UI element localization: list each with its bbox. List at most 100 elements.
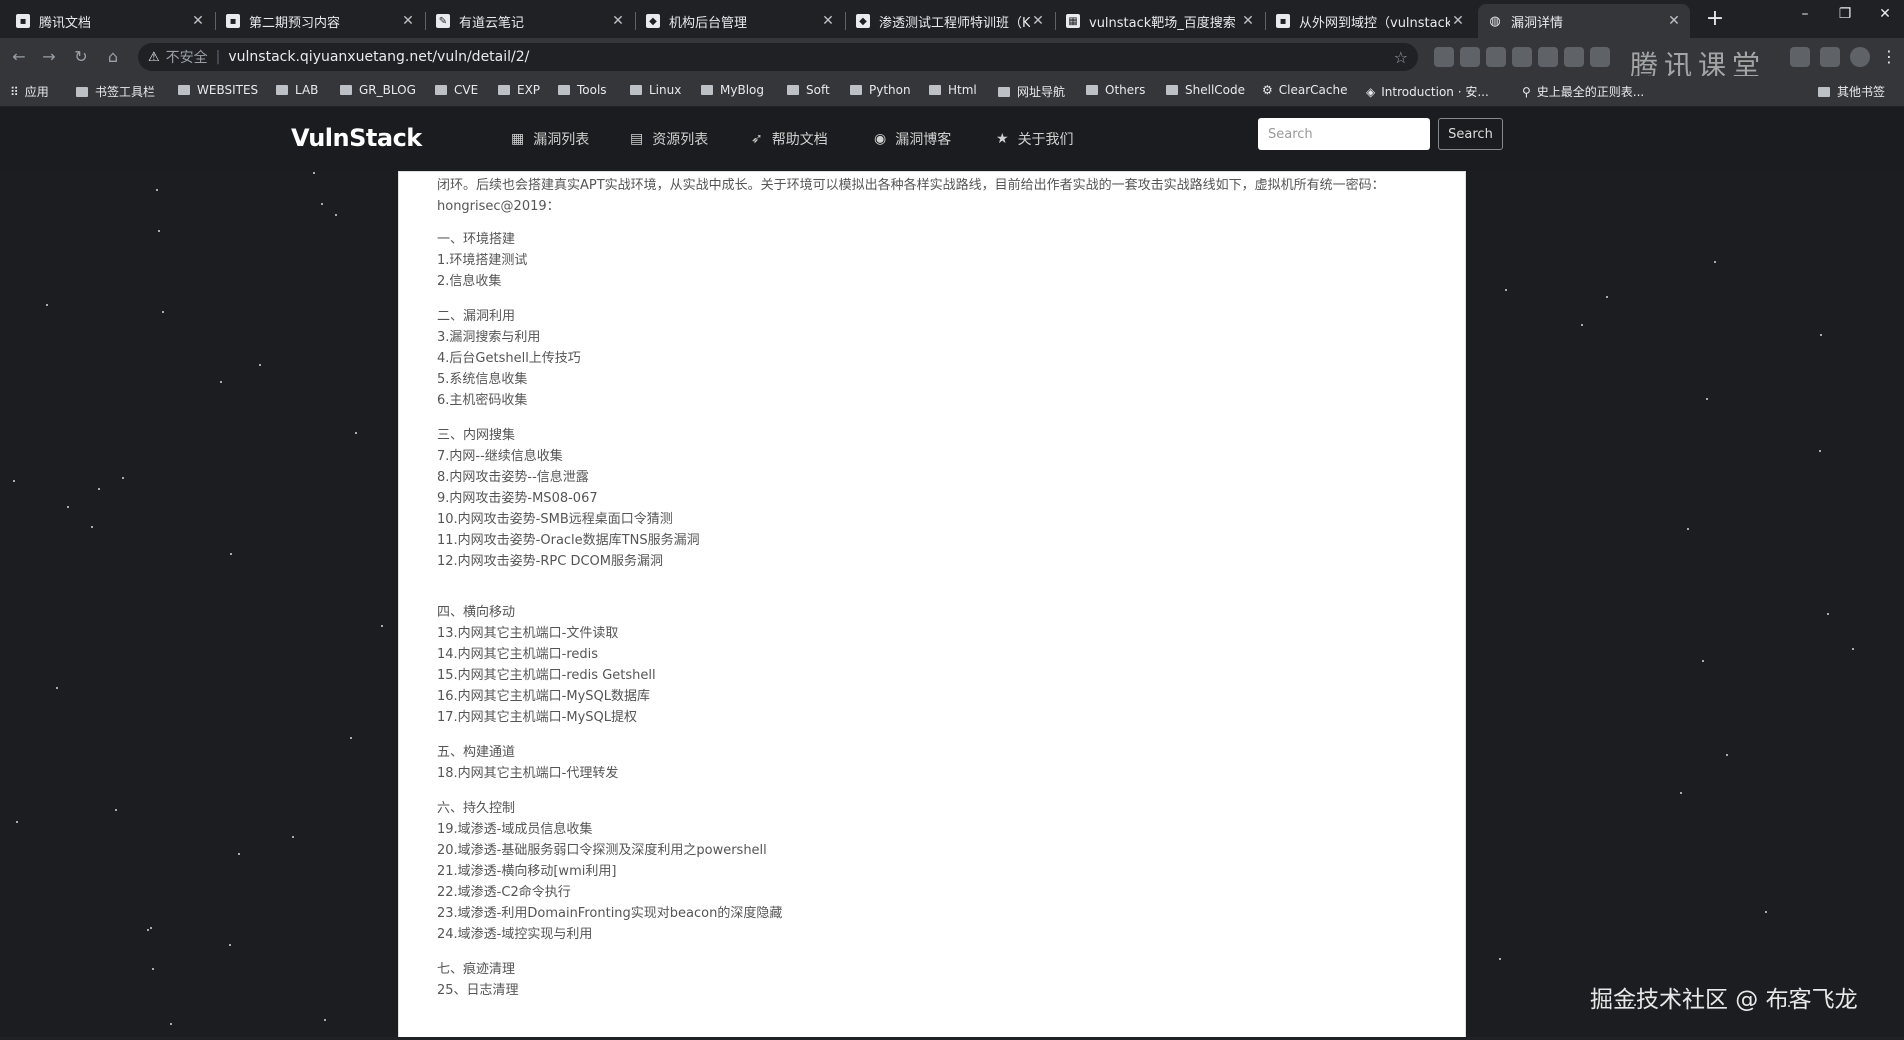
- profile-avatar[interactable]: [1850, 47, 1870, 67]
- star-dot: [115, 808, 118, 811]
- star-dot: [161, 311, 164, 314]
- section-heading: 四、横向移动: [437, 605, 516, 620]
- tab-domain-control[interactable]: ▪ 从外网到域控（vulnstack靶... ✕: [1266, 4, 1474, 38]
- close-icon[interactable]: ✕: [190, 13, 206, 29]
- doc-icon: ▪: [226, 14, 240, 28]
- extension-icon[interactable]: [1538, 47, 1558, 67]
- extension-icon[interactable]: [1486, 47, 1506, 67]
- bookmark-folder[interactable]: EXP: [498, 83, 540, 97]
- bookmark-folder[interactable]: LAB: [276, 83, 318, 97]
- folder-icon: [340, 85, 352, 95]
- bookmark-folder[interactable]: Soft: [787, 83, 830, 97]
- route-item: 13.内网其它主机端口-文件读取: [437, 626, 619, 641]
- extension-icon[interactable]: [1434, 47, 1454, 67]
- folder-icon: [850, 85, 862, 95]
- home-icon[interactable]: ⌂: [102, 46, 124, 68]
- nav-help-docs[interactable]: ➶ 帮助文档: [751, 129, 828, 149]
- bookmark-folder[interactable]: Linux: [630, 83, 681, 97]
- bookmark-folder[interactable]: CVE: [435, 83, 478, 97]
- security-label[interactable]: 不安全: [166, 47, 208, 67]
- close-icon[interactable]: ✕: [1666, 13, 1682, 29]
- extension-icon[interactable]: [1820, 47, 1840, 67]
- tab-admin[interactable]: ◆ 机构后台管理 ✕: [636, 4, 844, 38]
- bookmark-link[interactable]: ⚙ ClearCache: [1262, 83, 1347, 97]
- nav-vuln-list[interactable]: ▦ 漏洞列表: [511, 129, 589, 149]
- globe-icon: ◍: [1489, 13, 1501, 29]
- minimize-button[interactable]: –: [1790, 6, 1820, 22]
- extension-icon[interactable]: [1460, 47, 1480, 67]
- menu-kebab-icon[interactable]: ⋮: [1878, 46, 1900, 68]
- tab-tencent-docs[interactable]: ▪ 腾讯文档 ✕: [6, 4, 214, 38]
- bookmark-link[interactable]: ◈ Introduction · 安...: [1366, 83, 1489, 100]
- bookmark-link[interactable]: ⚲ 史上最全的正则表...: [1522, 83, 1644, 100]
- bookmark-folder[interactable]: GR_BLOG: [340, 83, 416, 97]
- tab-baidu-search[interactable]: ▦ vulnstack靶场_百度搜索 ✕: [1056, 4, 1264, 38]
- route-item: 12.内网攻击姿势-RPC DCOM服务漏洞: [437, 554, 663, 569]
- bookmark-apps[interactable]: ⠿ 应用: [10, 83, 49, 100]
- bookmark-folder-other[interactable]: 其他书签: [1818, 83, 1885, 100]
- watermark-text: 掘金技术社区 @ 布客飞龙: [1590, 987, 1858, 1013]
- nav-vuln-blog[interactable]: ◉ 漏洞博客: [874, 129, 951, 149]
- bookmark-folder[interactable]: Tools: [558, 83, 607, 97]
- warning-icon[interactable]: ⚠: [148, 50, 160, 65]
- tab-preview-content[interactable]: ▪ 第二期预习内容 ✕: [216, 4, 424, 38]
- bookmark-folder[interactable]: ShellCode: [1166, 83, 1245, 97]
- doc-icon: ▪: [16, 14, 30, 28]
- star-dot: [335, 214, 338, 217]
- star-dot: [151, 967, 154, 970]
- bookmark-folder[interactable]: 网址导航: [998, 83, 1065, 100]
- extension-icon[interactable]: [1512, 47, 1532, 67]
- extension-icon[interactable]: [1590, 47, 1610, 67]
- site-search-input[interactable]: [1258, 118, 1430, 150]
- star-dot: [229, 553, 232, 556]
- reload-icon[interactable]: ↻: [70, 46, 92, 68]
- tab-title: 机构后台管理: [669, 15, 748, 31]
- folder-icon: [1086, 85, 1098, 95]
- close-window-button[interactable]: ✕: [1870, 6, 1900, 22]
- close-icon[interactable]: ✕: [1240, 13, 1256, 29]
- tab-pentest-class[interactable]: ◆ 渗透测试工程师特训班（K... ✕: [846, 4, 1054, 38]
- gear-icon: ⚙: [1262, 83, 1273, 97]
- star-dot: [381, 624, 384, 627]
- star-dot: [219, 380, 222, 383]
- site-search-button[interactable]: Search: [1438, 118, 1503, 150]
- close-icon[interactable]: ✕: [400, 13, 416, 29]
- route-item: 1.环境搭建测试: [437, 253, 528, 268]
- star-icon: ★: [996, 131, 1009, 147]
- bookmark-folder[interactable]: Html: [929, 83, 977, 97]
- star-dot: [1499, 957, 1502, 960]
- address-bar[interactable]: ⚠ 不安全 | vulnstack.qiyuanxuetang.net/vuln…: [138, 43, 1418, 71]
- tab-youdao-note[interactable]: ✎ 有道云笔记 ✕: [426, 4, 634, 38]
- star-dot: [149, 926, 152, 929]
- route-item: 5.系统信息收集: [437, 372, 528, 387]
- route-section: 二、漏洞利用 3.漏洞搜索与利用 4.后台Getshell上传技巧 5.系统信息收集 6…: [437, 306, 1457, 411]
- bookmark-folder[interactable]: 书签工具栏: [76, 83, 155, 100]
- extension-icon[interactable]: [1564, 47, 1584, 67]
- folder-icon: [76, 86, 88, 97]
- extension-icon[interactable]: [1790, 47, 1810, 67]
- new-tab-button[interactable]: +: [1703, 6, 1727, 32]
- tab-title: 腾讯文档: [39, 15, 92, 31]
- bookmark-folder[interactable]: Others: [1086, 83, 1145, 97]
- close-icon[interactable]: ✕: [610, 13, 626, 29]
- route-section: 五、构建通道 18.内网其它主机端口-代理转发: [437, 742, 1457, 784]
- bookmark-folder[interactable]: WEBSITES: [178, 83, 258, 97]
- forward-icon[interactable]: →: [38, 46, 60, 68]
- nav-about-us[interactable]: ★ 关于我们: [996, 129, 1074, 149]
- tab-vuln-detail[interactable]: ◍ 漏洞详情 ✕: [1478, 4, 1690, 38]
- bookmark-folder[interactable]: MyBlog: [701, 83, 764, 97]
- bookmark-star-icon[interactable]: ☆: [1394, 48, 1408, 67]
- nav-resource-list[interactable]: ▤ 资源列表: [630, 129, 708, 149]
- close-icon[interactable]: ✕: [820, 13, 836, 29]
- site-logo[interactable]: VulnStack: [291, 124, 422, 152]
- bookmark-folder[interactable]: Python: [850, 83, 911, 97]
- section-heading: 一、环境搭建: [437, 232, 516, 247]
- star-dot: [1702, 659, 1705, 662]
- maximize-button[interactable]: ❐: [1830, 6, 1860, 22]
- back-icon[interactable]: ←: [8, 46, 30, 68]
- url-text[interactable]: vulnstack.qiyuanxuetang.net/vuln/detail/…: [228, 49, 529, 65]
- close-icon[interactable]: ✕: [1030, 13, 1046, 29]
- route-section: 四、横向移动 13.内网其它主机端口-文件读取 14.内网其它主机端口-redis 1…: [437, 602, 1457, 728]
- tab-strip: ▪ 腾讯文档 ✕ ▪ 第二期预习内容 ✕ ✎ 有道云笔记 ✕ ◆ 机构后台管理 …: [0, 0, 1904, 38]
- close-icon[interactable]: ✕: [1450, 13, 1466, 29]
